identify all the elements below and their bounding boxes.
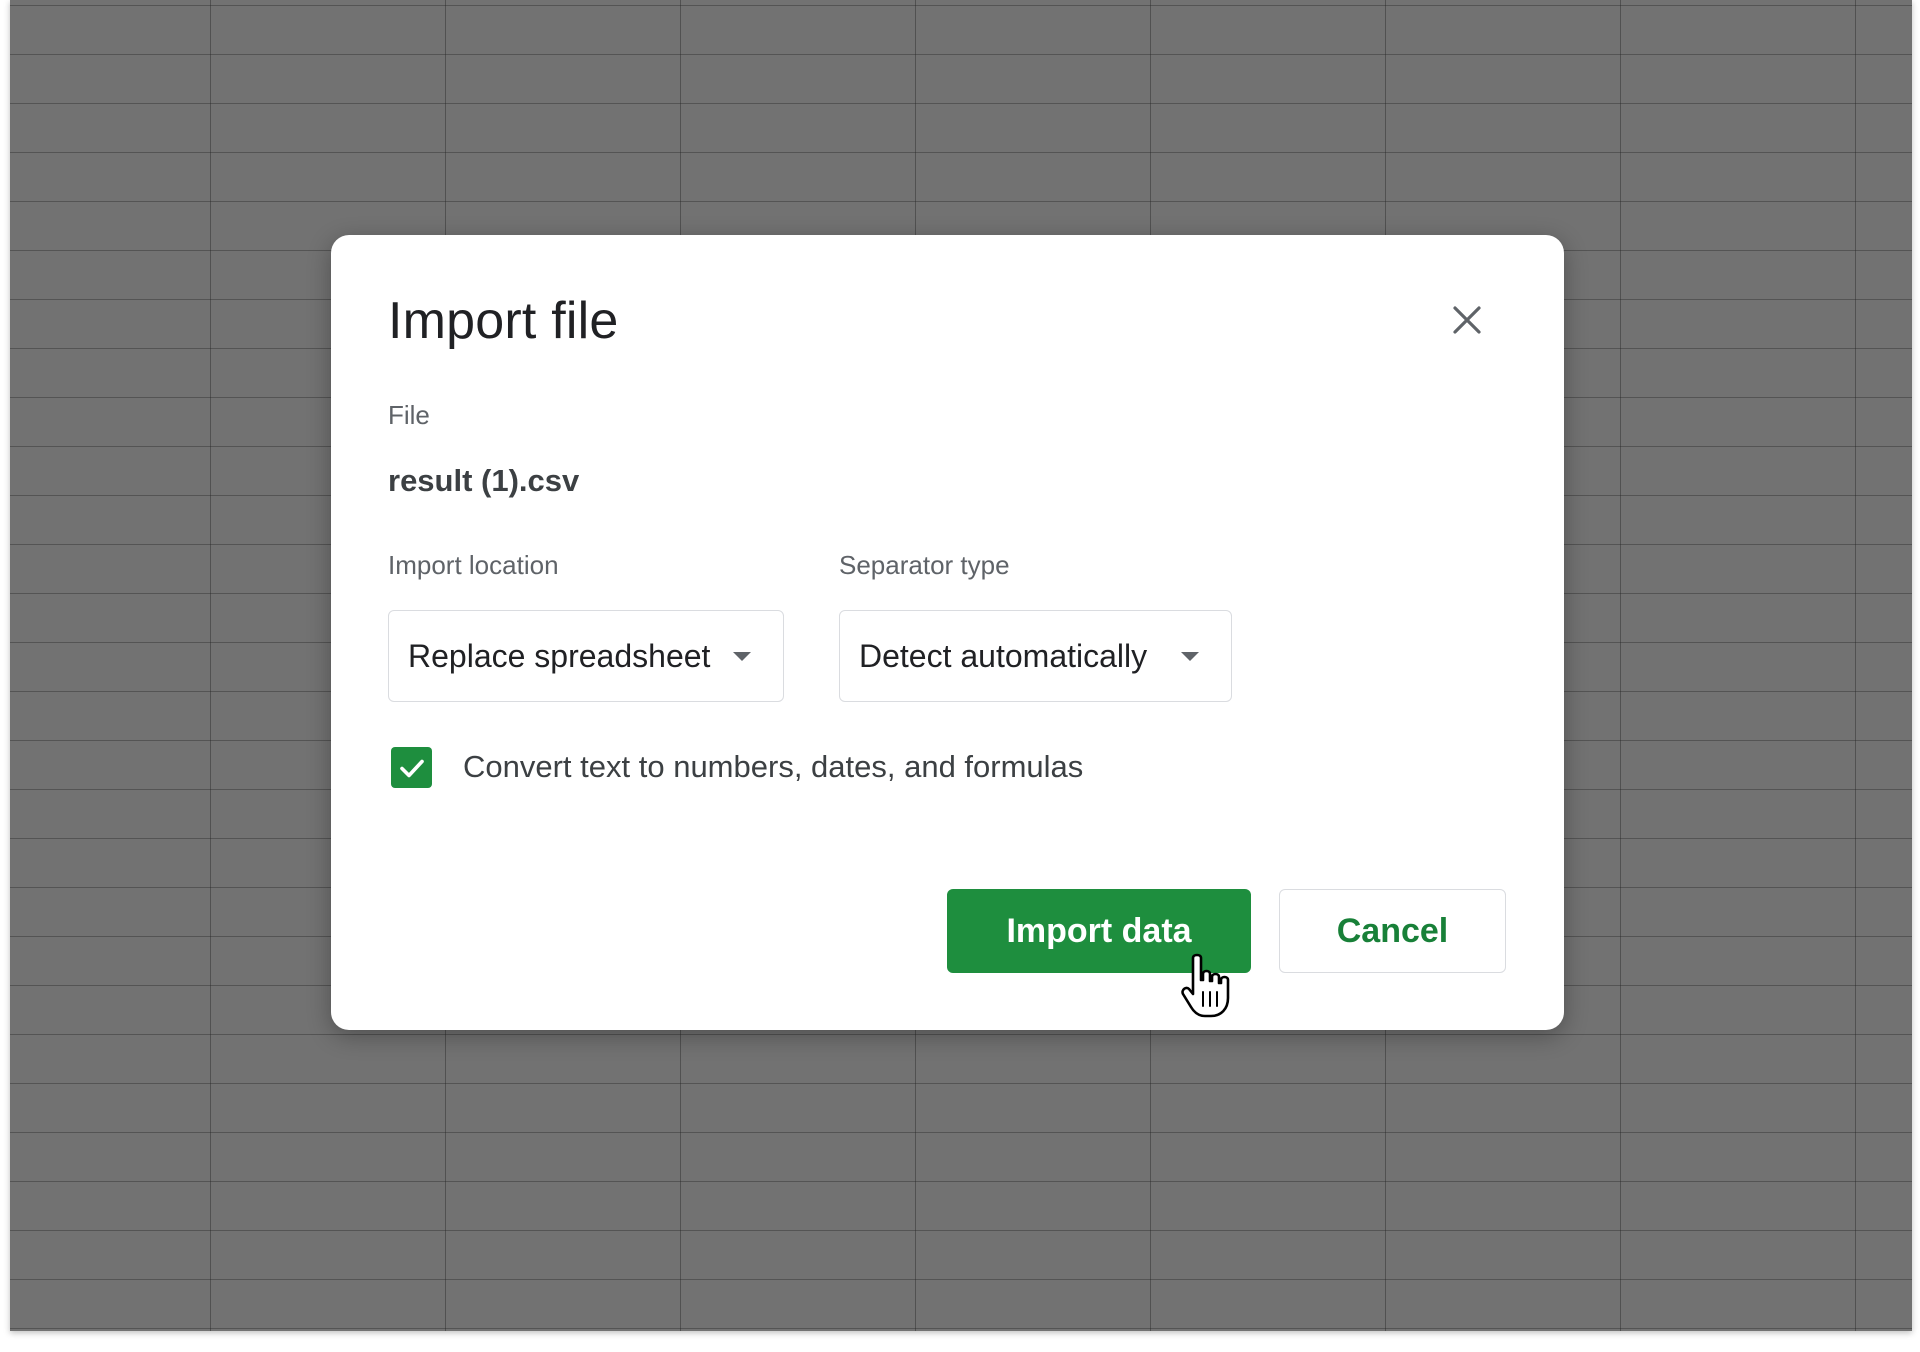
hand-pointer-icon (1181, 953, 1230, 1018)
convert-text-checkbox[interactable] (391, 747, 432, 788)
separator-type-value: Detect automatically (859, 637, 1148, 674)
caret-down-icon (733, 652, 751, 661)
import-location-select[interactable]: Replace spreadsheet (388, 610, 784, 702)
dialog-title: Import file (388, 292, 619, 350)
separator-type-label: Separator type (839, 550, 1010, 580)
caret-down-icon (1181, 652, 1199, 661)
import-file-dialog: Import file File result (1).csv Import l… (331, 235, 1564, 1030)
convert-text-label: Convert text to numbers, dates, and form… (463, 749, 1084, 784)
cancel-button[interactable]: Cancel (1279, 889, 1506, 973)
checkmark-icon (399, 759, 424, 777)
file-label: File (388, 400, 430, 430)
import-location-label: Import location (388, 550, 559, 580)
close-icon (1453, 306, 1481, 334)
import-location-value: Replace spreadsheet (408, 637, 711, 674)
separator-type-select[interactable]: Detect automatically (839, 610, 1232, 702)
file-name: result (1).csv (388, 463, 580, 498)
close-button[interactable] (1444, 297, 1490, 343)
